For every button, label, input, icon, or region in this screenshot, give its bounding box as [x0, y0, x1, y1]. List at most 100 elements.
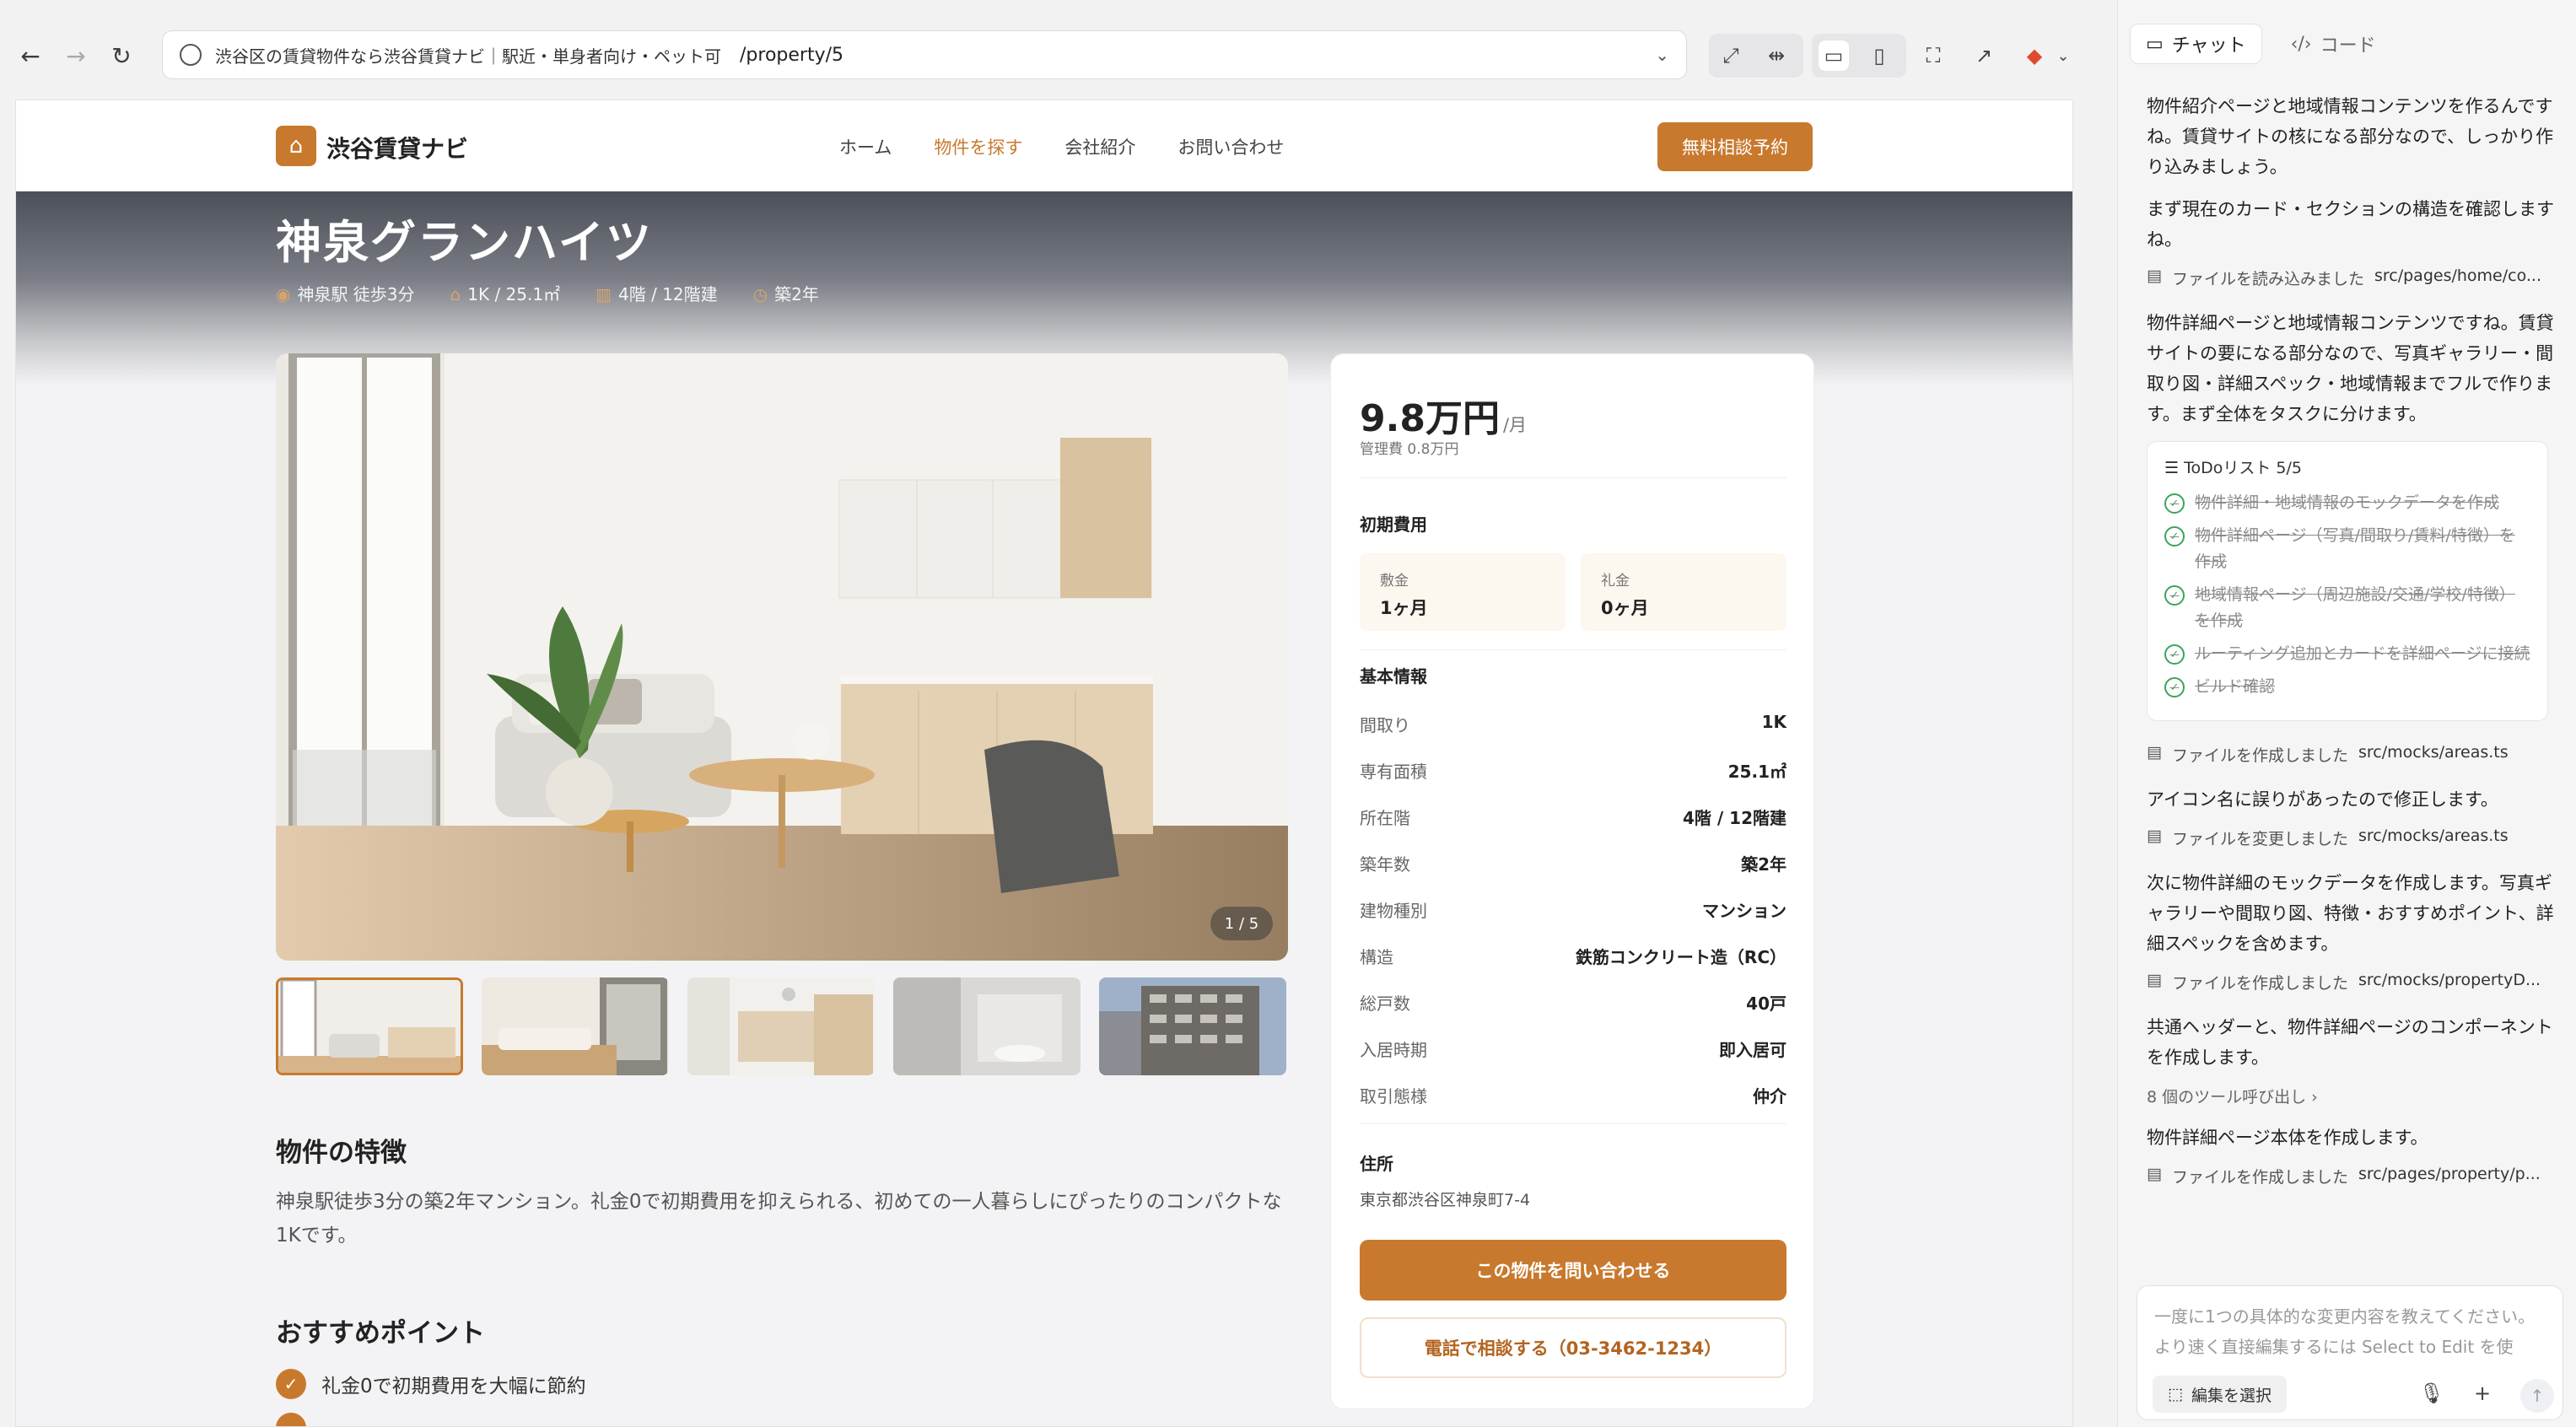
property-meta: ◉ 神泉駅 徒歩3分 ⌂ 1K / 25.1㎡ ▥ 4階 / 12階建 ◷ 築2年 — [276, 281, 819, 305]
browser-toolbar: ← → ↻ 渋谷区の賃貸物件なら渋谷賃貸ナビ｜駅近・単身者向け・ペット可 /pr… — [0, 0, 2100, 100]
url-path: /property/5 — [740, 44, 843, 66]
site-header: ⌂ 渋谷賃貸ナビ ホーム 物件を探す 会社紹介 お問い合わせ 無料相談予約 — [16, 100, 2072, 191]
file-event[interactable]: ▤ ファイルを作成しました src/mocks/areas.ts — [2147, 743, 2555, 766]
initial-cost-heading: 初期費用 — [1360, 514, 1427, 535]
tool-calls-toggle[interactable]: 8 個のツール呼び出し › — [2147, 1085, 2555, 1107]
file-icon: ▤ — [2147, 267, 2162, 285]
send-button[interactable]: ↑ — [2520, 1379, 2554, 1413]
desktop-icon[interactable]: ▭ — [1819, 40, 1849, 71]
figma-icon[interactable]: ◆ — [2019, 40, 2050, 71]
thumbnail-5[interactable] — [1099, 977, 1286, 1075]
photo-counter: 1 / 5 — [1210, 907, 1273, 940]
file-event[interactable]: ▤ ファイルを作成しました src/mocks/propertyD... — [2147, 971, 2555, 994]
chevron-down-icon[interactable]: ⌄ — [2048, 40, 2078, 71]
todo-item: ✓ 地域情報ページ（周辺施設/交通/学校/特徴）を作成 — [2164, 582, 2530, 634]
todo-item: ✓ ビルド確認 — [2164, 674, 2530, 700]
address-bar[interactable]: 渋谷区の賃貸物件なら渋谷賃貸ナビ｜駅近・単身者向け・ペット可 /property… — [162, 30, 1687, 79]
features-description: 神泉駅徒歩3分の築2年マンション。礼金0で初期費用を抑えられる、初めての一人暮ら… — [276, 1191, 1282, 1247]
nav-company[interactable]: 会社紹介 — [1064, 134, 1135, 159]
assistant-message: 共通ヘッダーと、物件詳細ページのコンポーネントを作成します。 — [2147, 1017, 2553, 1068]
recommend-item: ✓ 礼金0で初期費用を大幅に節約 — [276, 1369, 586, 1399]
mobile-icon[interactable]: ▯ — [1864, 40, 1894, 71]
assistant-message: アイコン名に誤りがあったので修正します。 — [2147, 789, 2498, 810]
spec-row: 間取り 1K — [1360, 712, 1786, 735]
expand-icon[interactable]: ⤢ — [1716, 40, 1746, 71]
layout-meta: ⌂ 1K / 25.1㎡ — [450, 284, 561, 304]
check-circle-icon: ✓ — [2164, 493, 2185, 514]
thumbnail-strip — [276, 977, 1286, 1075]
key-money-box: 礼金 0ヶ月 — [1581, 553, 1786, 631]
check-circle-icon: ✓ — [2164, 585, 2185, 606]
thumbnail-3[interactable] — [687, 977, 875, 1075]
file-icon: ▤ — [2147, 743, 2162, 762]
globe-icon — [180, 44, 202, 66]
file-icon: ▤ — [2147, 1165, 2162, 1183]
reload-icon[interactable]: ↻ — [106, 40, 137, 71]
todo-title: ☰ ToDoリスト 5/5 — [2164, 459, 2302, 477]
tab-code[interactable]: ‹/› コード — [2276, 24, 2391, 64]
consultation-button[interactable]: 無料相談予約 — [1657, 122, 1813, 171]
open-external-icon[interactable]: ↗ — [1969, 40, 1999, 71]
message-list: 物件紹介ページと地域情報コンテンツを作るんですね。賃貸サイトの核になる部分なので… — [2147, 91, 2555, 1206]
home-logo-icon[interactable]: ⌂ — [276, 126, 316, 166]
spec-row: 構造 鉄筋コンクリート造（RC） — [1360, 947, 1786, 967]
divider — [1360, 477, 1786, 478]
phone-button[interactable]: 電話で相談する（03-3462-1234） — [1360, 1317, 1786, 1378]
floor-meta: ▥ 4階 / 12階建 — [595, 284, 718, 304]
check-circle-icon: ✓ — [2164, 677, 2185, 697]
features-heading: 物件の特徴 — [276, 1138, 407, 1168]
building-icon: ▥ — [595, 284, 612, 304]
chat-panel: ▭ チャット ‹/› コード 物件紹介ページと地域情報コンテンツを作るんですね。賃貸… — [2117, 0, 2576, 1427]
page-title-text: 渋谷区の賃貸物件なら渋谷賃貸ナビ｜駅近・単身者向け・ペット可 — [215, 46, 721, 67]
assistant-message: 物件詳細ページと地域情報コンテンツですね。賃貸サイトの要になる部分なので、写真ギ… — [2147, 313, 2554, 424]
input-placeholder: 一度に1つの具体的な変更内容を教えてください。より速く直接編集するには Sele… — [2154, 1306, 2536, 1357]
tab-chat[interactable]: ▭ チャット — [2130, 24, 2262, 64]
fit-width-icon[interactable]: ⇹ — [1761, 40, 1792, 71]
select-to-edit-button[interactable]: ⬚ 編集を選択 — [2153, 1376, 2287, 1413]
brand-name[interactable]: 渋谷賃貸ナビ — [326, 131, 468, 164]
assistant-message: 次に物件詳細のモックデータを作成します。写真ギャラリーや間取り図、特徴・おすすめ… — [2147, 873, 2554, 954]
property-title: 神泉グランハイツ — [276, 216, 653, 269]
spec-row: 専有面積 25.1㎡ — [1360, 762, 1786, 782]
main-photo[interactable] — [276, 353, 1288, 961]
thumbnail-4[interactable] — [893, 977, 1081, 1075]
microphone-icon[interactable]: 🎙 — [2419, 1381, 2444, 1406]
chevron-down-icon[interactable]: ⌄ — [1655, 45, 1669, 65]
location-pin-icon: ◉ — [276, 284, 291, 304]
plus-icon[interactable]: + — [2470, 1381, 2495, 1406]
todo-item: ✓ 物件詳細・地域情報のモックデータを作成 — [2164, 490, 2530, 516]
todo-item: ✓ ルーティング追加とカードを詳細ページに接続 — [2164, 641, 2530, 667]
code-icon: ‹/› — [2290, 33, 2312, 55]
preview-frame: ⌂ 渋谷賃貸ナビ ホーム 物件を探す 会社紹介 お問い合わせ 無料相談予約 神泉… — [15, 100, 2073, 1427]
thumbnail-1[interactable] — [276, 977, 463, 1075]
thumbnail-2[interactable] — [482, 977, 669, 1075]
file-edit-icon: ▤ — [2147, 827, 2162, 845]
back-arrow-icon[interactable]: ← — [15, 40, 46, 71]
basic-info-heading: 基本情報 — [1360, 666, 1427, 687]
assistant-message: 物件詳細ページ本体を作成します。 — [2147, 1128, 2428, 1148]
assistant-message: まず現在のカード・セクションの構造を確認しますね。 — [2147, 199, 2554, 250]
check-icon: ✓ — [276, 1369, 306, 1399]
fullscreen-icon[interactable]: ⛶ — [1918, 40, 1948, 71]
divider — [1360, 1123, 1786, 1124]
forward-arrow-icon[interactable]: → — [61, 40, 91, 71]
spec-row: 入居時期 即入居可 — [1360, 1040, 1786, 1060]
check-circle-icon: ✓ — [2164, 644, 2185, 665]
file-icon: ▤ — [2147, 971, 2162, 989]
nav-contact[interactable]: お問い合わせ — [1178, 134, 1284, 159]
spec-row: 所在階 4階 / 12階建 — [1360, 808, 1786, 828]
inquire-button[interactable]: この物件を問い合わせる — [1360, 1240, 1786, 1300]
nav-home[interactable]: ホーム — [839, 134, 892, 159]
file-event[interactable]: ▤ ファイルを変更しました src/mocks/areas.ts — [2147, 827, 2555, 849]
age-meta: ◷ 築2年 — [752, 284, 819, 304]
check-icon — [276, 1413, 306, 1426]
spec-row: 総戸数 40戸 — [1360, 994, 1786, 1014]
deposit-box: 敷金 1ヶ月 — [1360, 553, 1566, 631]
list-icon: ☰ — [2164, 459, 2185, 477]
file-event[interactable]: ▤ ファイルを読み込みました src/pages/home/co... — [2147, 267, 2555, 289]
todo-list: ☰ ToDoリスト 5/5 ✓ 物件詳細・地域情報のモックデータを作成 ✓ 物件詳細… — [2147, 441, 2548, 721]
todo-item: ✓ 物件詳細ページ（写真/間取り/賃料/特徴）を作成 — [2164, 523, 2530, 575]
file-event[interactable]: ▤ ファイルを作成しました src/pages/property/p... — [2147, 1165, 2555, 1187]
nav-search[interactable]: 物件を探す — [934, 134, 1022, 159]
chat-input[interactable]: 一度に1つの具体的な変更内容を教えてください。より速く直接編集するには Sele… — [2137, 1285, 2563, 1420]
